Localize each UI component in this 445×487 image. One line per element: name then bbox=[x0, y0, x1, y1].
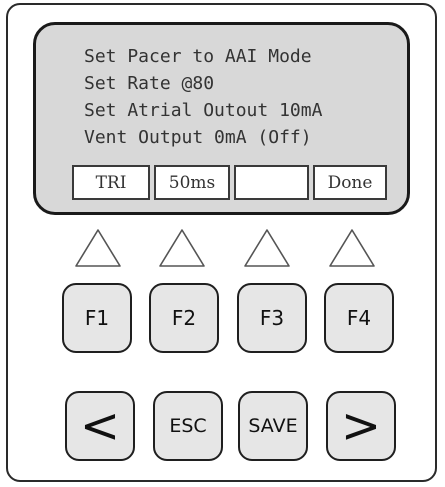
softkey-pointer-2-icon bbox=[159, 229, 205, 267]
softkey-pointer-3-icon bbox=[244, 229, 290, 267]
lcd-line-1: Set Pacer to AAI Mode bbox=[84, 46, 312, 67]
f1-button[interactable]: F1 bbox=[62, 283, 132, 353]
lcd-text-area: Set Pacer to AAI Mode Set Rate @80 Set A… bbox=[84, 43, 414, 151]
esc-button[interactable]: ESC bbox=[153, 391, 223, 461]
f2-button[interactable]: F2 bbox=[149, 283, 219, 353]
left-arrow-button[interactable]: < bbox=[65, 391, 135, 461]
softkey-pointer-1-icon bbox=[75, 229, 121, 267]
softkey-label-4: Done bbox=[313, 165, 387, 200]
softkey-pointer-4-icon bbox=[329, 229, 375, 267]
softkey-label-3 bbox=[234, 165, 309, 200]
softkey-label-1: TRI bbox=[72, 165, 150, 200]
save-button[interactable]: SAVE bbox=[238, 391, 308, 461]
lcd-line-2: Set Rate @80 bbox=[84, 73, 215, 94]
softkey-label-2: 50ms bbox=[154, 165, 230, 200]
lcd-line-4: Vent Output 0mA (Off) bbox=[84, 127, 312, 148]
right-arrow-button[interactable]: > bbox=[326, 391, 396, 461]
f3-button[interactable]: F3 bbox=[237, 283, 307, 353]
lcd-line-3: Set Atrial Outout 10mA bbox=[84, 100, 323, 121]
f4-button[interactable]: F4 bbox=[324, 283, 394, 353]
